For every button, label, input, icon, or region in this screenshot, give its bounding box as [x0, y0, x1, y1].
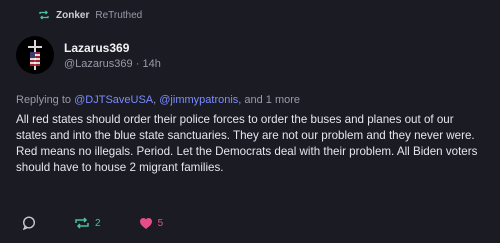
like-count: 5 — [157, 217, 164, 229]
post-header: Lazarus369 @Lazarus369 · 14h — [16, 36, 161, 74]
timestamp[interactable]: 14h — [142, 58, 160, 70]
mention-jimmypatronis[interactable]: @jimmypatronis — [159, 94, 238, 106]
retruth-banner: Zonker ReTruthed — [38, 9, 142, 21]
retruth-action-icon — [74, 216, 90, 230]
retruth-label: ReTruthed — [95, 9, 143, 21]
handle[interactable]: @Lazarus369 — [64, 58, 133, 70]
post-body: All red states should order their police… — [16, 113, 478, 174]
replying-prefix: Replying to — [16, 94, 72, 106]
retruth-user[interactable]: Zonker — [56, 10, 89, 21]
reply-icon — [22, 216, 36, 230]
heart-icon — [139, 217, 153, 230]
retruth-button[interactable]: 2 — [74, 216, 101, 230]
retruth-icon — [38, 9, 50, 21]
mention-djtsaveusa[interactable]: @DJTSaveUSA — [74, 94, 153, 106]
reply-button[interactable] — [22, 216, 36, 230]
display-name[interactable]: Lazarus369 — [64, 41, 161, 55]
retruth-count: 2 — [95, 217, 101, 229]
mention-comma: , — [153, 94, 157, 106]
action-bar: 2 5 — [22, 216, 201, 230]
like-button[interactable]: 5 — [139, 217, 164, 230]
separator: · — [135, 57, 140, 70]
handle-line: @Lazarus369 · 14h — [64, 58, 161, 70]
replying-to: Replying to @DJTSaveUSA, @jimmypatronis,… — [16, 94, 300, 106]
replying-suffix[interactable]: , and 1 more — [238, 94, 300, 106]
avatar[interactable] — [16, 36, 54, 74]
